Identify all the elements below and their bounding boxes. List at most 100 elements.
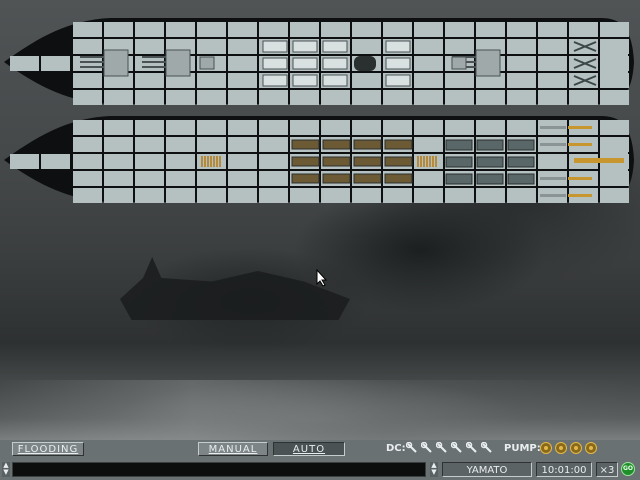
compartment-cell[interactable] — [228, 22, 257, 37]
compartment-cell[interactable] — [569, 90, 598, 105]
ship-deck-view[interactable] — [0, 16, 640, 106]
wrench-icon[interactable] — [481, 442, 493, 454]
compartment-cell[interactable] — [197, 90, 226, 105]
compartment-cell[interactable] — [166, 22, 195, 37]
compartment-cell[interactable] — [383, 22, 412, 37]
compartment-cell[interactable] — [259, 171, 288, 186]
compartment-cell[interactable] — [197, 120, 226, 135]
compartment-cell[interactable] — [135, 73, 164, 88]
flooding-button[interactable]: FLOODING — [12, 442, 84, 456]
compartment-cell[interactable] — [352, 39, 381, 54]
compartment-cell[interactable] — [135, 90, 164, 105]
compartment-cell[interactable] — [600, 22, 629, 37]
compartment-cell[interactable] — [197, 171, 226, 186]
compartment-cell[interactable] — [197, 188, 226, 203]
compartment-cell[interactable] — [228, 56, 257, 71]
compartment-cell[interactable] — [538, 22, 567, 37]
compartment-cell[interactable] — [476, 90, 505, 105]
compartment-cell[interactable] — [507, 90, 536, 105]
compartment-cell[interactable] — [259, 120, 288, 135]
compartment-cell[interactable] — [600, 120, 629, 135]
compartment-cell[interactable] — [538, 73, 567, 88]
compartment-cell[interactable] — [197, 73, 226, 88]
compartment-cell[interactable] — [414, 137, 443, 152]
message-scroll-right-icon[interactable]: ▲ ▼ — [430, 462, 438, 477]
compartment-cell[interactable] — [383, 188, 412, 203]
wrench-icon[interactable] — [406, 442, 418, 454]
compartment-cell[interactable] — [507, 120, 536, 135]
compartment-cell[interactable] — [228, 120, 257, 135]
compartment-cell[interactable] — [507, 22, 536, 37]
compartment-cell[interactable] — [352, 120, 381, 135]
compartment-cell[interactable] — [414, 120, 443, 135]
wrench-icon[interactable] — [451, 442, 463, 454]
compartment-cell[interactable] — [476, 22, 505, 37]
compartment-cell[interactable] — [259, 90, 288, 105]
compartment-cell[interactable] — [73, 137, 102, 152]
compartment-cell[interactable] — [73, 39, 102, 54]
compartment-cell[interactable] — [73, 171, 102, 186]
compartment-cell[interactable] — [73, 154, 102, 169]
pump-icon[interactable] — [570, 442, 582, 454]
compartment-cell[interactable] — [197, 39, 226, 54]
manual-button[interactable]: MANUAL — [198, 442, 268, 456]
compartment-cell[interactable] — [290, 90, 319, 105]
go-button[interactable]: GO — [621, 462, 635, 476]
compartment-cell[interactable] — [445, 39, 474, 54]
compartment-cell[interactable] — [259, 22, 288, 37]
compartment-cell[interactable] — [228, 154, 257, 169]
wrench-icon[interactable] — [436, 442, 448, 454]
compartment-cell[interactable] — [41, 56, 70, 71]
compartment-cell[interactable] — [73, 56, 102, 71]
compartment-cell[interactable] — [321, 22, 350, 37]
compartment-cell[interactable] — [290, 188, 319, 203]
compartment-cell[interactable] — [383, 90, 412, 105]
compartment-cell[interactable] — [476, 188, 505, 203]
compartment-cell[interactable] — [383, 120, 412, 135]
compartment-cell[interactable] — [166, 154, 195, 169]
compartment-cell[interactable] — [166, 137, 195, 152]
compartment-cell[interactable] — [259, 137, 288, 152]
compartment-cell[interactable] — [445, 90, 474, 105]
compartment-cell[interactable] — [445, 73, 474, 88]
compartment-cell[interactable] — [10, 154, 39, 169]
compartment-cell[interactable] — [228, 73, 257, 88]
compartment-cell[interactable] — [135, 120, 164, 135]
compartment-cell[interactable] — [135, 188, 164, 203]
compartment-cell[interactable] — [104, 22, 133, 37]
compartment-cell[interactable] — [166, 120, 195, 135]
compartment-cell[interactable] — [166, 90, 195, 105]
compartment-cell[interactable] — [228, 90, 257, 105]
compartment-cell[interactable] — [166, 171, 195, 186]
compartment-cell[interactable] — [197, 22, 226, 37]
wrench-icon[interactable] — [421, 442, 433, 454]
compartment-cell[interactable] — [414, 90, 443, 105]
compartment-cell[interactable] — [290, 120, 319, 135]
compartment-cell[interactable] — [352, 90, 381, 105]
compartment-cell[interactable] — [228, 188, 257, 203]
compartment-cell[interactable] — [259, 154, 288, 169]
compartment-cell[interactable] — [104, 171, 133, 186]
compartment-cell[interactable] — [600, 39, 628, 88]
compartment-cell[interactable] — [352, 22, 381, 37]
compartment-cell[interactable] — [321, 188, 350, 203]
compartment-cell[interactable] — [507, 39, 536, 54]
compartment-cell[interactable] — [41, 154, 70, 169]
pump-icon[interactable] — [540, 442, 552, 454]
compartment-cell[interactable] — [290, 22, 319, 37]
compartment-cell[interactable] — [73, 188, 102, 203]
compartment-cell[interactable] — [228, 39, 257, 54]
pump-icon[interactable] — [555, 442, 567, 454]
compartment-cell[interactable] — [135, 171, 164, 186]
compartment-cell[interactable] — [414, 73, 443, 88]
ship-below-decks-view[interactable] — [0, 114, 640, 204]
pump-icon[interactable] — [585, 442, 597, 454]
compartment-cell[interactable] — [135, 39, 164, 54]
compartment-cell[interactable] — [321, 120, 350, 135]
compartment-cell[interactable] — [476, 120, 505, 135]
compartment-cell[interactable] — [104, 120, 133, 135]
message-scroll-left-icon[interactable]: ▲ ▼ — [2, 462, 10, 477]
compartment-cell[interactable] — [507, 56, 536, 71]
wrench-icon[interactable] — [466, 442, 478, 454]
compartment-cell[interactable] — [73, 22, 102, 37]
